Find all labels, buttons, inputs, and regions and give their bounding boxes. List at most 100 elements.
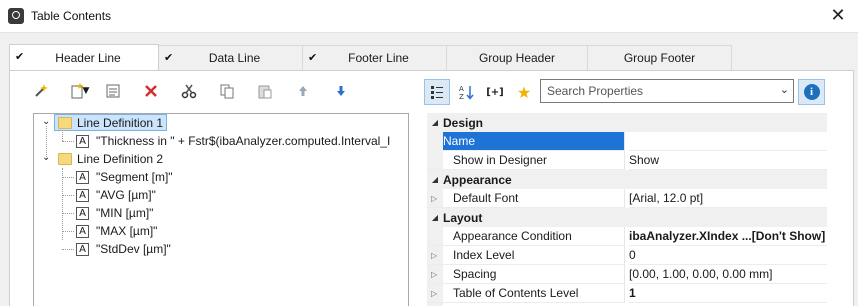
line-definition-tree[interactable]: ⌄ Line Definition 1 A "Thickness in " + …	[33, 113, 409, 306]
collapse-icon[interactable]: ◢	[427, 118, 443, 127]
text-field-icon: A	[76, 188, 89, 202]
move-down-button[interactable]	[329, 79, 353, 103]
tab-label: Footer Line	[348, 51, 409, 65]
delete-button[interactable]	[139, 79, 163, 103]
property-row-appearance-condition[interactable]: Appearance Condition ibaAnalyzer.XIndex …	[427, 227, 827, 246]
tab-group-header[interactable]: Group Header	[446, 45, 588, 70]
chevron-down-icon[interactable]: ⌄	[780, 83, 789, 96]
wand-button[interactable]	[29, 79, 53, 103]
collapse-icon[interactable]: ◢	[427, 213, 443, 222]
property-value[interactable]: [0.00, 1.00, 0.00, 0.00 mm]	[629, 265, 827, 284]
check-icon[interactable]: ✔	[308, 51, 317, 64]
property-value[interactable]: 1	[629, 284, 827, 303]
sort-az-button[interactable]: AZ	[453, 79, 479, 105]
app-icon	[8, 8, 24, 24]
expand-icon[interactable]: ▷	[431, 251, 437, 260]
check-icon[interactable]: ✔	[15, 50, 24, 63]
tree-node-text[interactable]: A "Thickness in " + Fstr$(ibaAnalyzer.co…	[76, 132, 390, 150]
sort-az-icon: AZ	[459, 85, 474, 100]
property-name[interactable]: Show in Designer	[427, 151, 625, 170]
property-name[interactable]: ▷ Spacing	[427, 265, 625, 284]
tab-label: Data Line	[208, 51, 261, 65]
tree-node-label: "Thickness in " + Fstr$(ibaAnalyzer.comp…	[96, 134, 391, 148]
tab-footer-line[interactable]: ✔ Footer Line	[302, 45, 447, 70]
property-name[interactable]: Appearance Condition	[427, 227, 625, 246]
property-name[interactable]: Name	[443, 132, 625, 151]
paste-icon	[258, 85, 272, 99]
check-icon[interactable]: ✔	[164, 51, 173, 64]
copy-button[interactable]	[215, 79, 239, 103]
tree-node-text[interactable]: A "Segment [m]"	[76, 168, 173, 186]
new-item-button[interactable]: ▼	[67, 79, 91, 103]
text-field-icon: A	[76, 242, 89, 256]
tree-node-label: Line Definition 2	[77, 152, 164, 166]
tab-label: Header Line	[55, 50, 121, 65]
tree-toolbar: ▼	[29, 79, 367, 103]
property-label: Index Level	[453, 248, 515, 262]
property-row-default-font[interactable]: ▷ Default Font [Arial, 12.0 pt]	[427, 189, 827, 208]
folder-icon	[58, 116, 72, 129]
tree-node-selected[interactable]: Line Definition 1	[54, 114, 168, 131]
expand-icon[interactable]: ▷	[431, 270, 437, 279]
category-label: Design	[443, 115, 484, 130]
property-value[interactable]: [Arial, 12.0 pt]	[629, 189, 827, 208]
collapse-icon[interactable]: ⌄	[42, 152, 50, 163]
category-label: Appearance	[443, 172, 512, 187]
property-row-spacing[interactable]: ▷ Spacing [0.00, 1.00, 0.00, 0.00 mm]	[427, 265, 827, 284]
property-value[interactable]: 0	[629, 246, 827, 265]
property-row-name[interactable]: Name	[427, 132, 827, 151]
category-appearance[interactable]: ◢ Appearance	[427, 170, 827, 189]
collapse-icon[interactable]: ⌄	[42, 116, 50, 127]
tab-group-footer[interactable]: Group Footer	[587, 45, 732, 70]
paste-button[interactable]	[253, 79, 277, 103]
property-value[interactable]: ibaAnalyzer.XIndex ...[Don't Show]	[629, 227, 827, 246]
move-up-button[interactable]	[291, 79, 315, 103]
text-field-icon: A	[76, 224, 89, 238]
tree-node-text[interactable]: A "AVG [µm]"	[76, 186, 156, 204]
property-name[interactable]: ▷ Table of Contents Level	[427, 284, 625, 303]
property-grid: ◢ Design Name Show in Designer Show ◢ Ap…	[427, 113, 827, 306]
tree-node-label: "MAX [µm]"	[96, 224, 158, 238]
folder-icon	[58, 153, 72, 165]
cut-icon	[181, 84, 197, 99]
property-value[interactable]: Show	[629, 151, 827, 170]
tree-node-label: "MIN [µm]"	[96, 206, 154, 220]
expand-icon[interactable]: ▷	[431, 289, 437, 298]
property-row-index-level[interactable]: ▷ Index Level 0	[427, 246, 827, 265]
tab-header-line[interactable]: ✔ Header Line	[9, 44, 159, 70]
text-field-icon: A	[76, 206, 89, 220]
property-name[interactable]: ▷ Default Font	[427, 189, 625, 208]
tree-node-label: "Segment [m]"	[96, 170, 173, 184]
wand-icon	[35, 84, 48, 97]
category-design[interactable]: ◢ Design	[427, 113, 827, 132]
text-field-icon: A	[76, 134, 89, 148]
title-bar: Table Contents ✕	[0, 0, 858, 32]
expand-icon[interactable]: ▷	[431, 194, 437, 203]
star-icon[interactable]: ★	[511, 79, 537, 105]
property-label: Default Font	[453, 191, 519, 205]
svg-text:A: A	[459, 85, 464, 93]
property-row-toc-level[interactable]: ▷ Table of Contents Level 1	[427, 284, 827, 303]
property-value[interactable]	[629, 132, 827, 151]
info-button[interactable]: i	[798, 79, 825, 105]
cut-button[interactable]	[177, 79, 201, 103]
close-button[interactable]: ✕	[826, 4, 850, 28]
tree-node-text[interactable]: A "MAX [µm]"	[76, 222, 157, 240]
info-icon: i	[803, 84, 820, 100]
tab-data-line[interactable]: ✔ Data Line	[158, 45, 303, 70]
expression-button[interactable]: [+]	[482, 79, 508, 105]
properties-button[interactable]	[101, 79, 125, 103]
tree-node-text[interactable]: A "StdDev [µm]"	[76, 240, 171, 258]
categorized-button[interactable]	[424, 79, 450, 105]
category-label: Layout	[443, 210, 483, 225]
collapse-icon[interactable]: ◢	[427, 175, 443, 184]
tree-node-text[interactable]: A "MIN [µm]"	[76, 204, 153, 222]
tab-content: ▼ ⌄ Line Definition 1 A "Thickness in " …	[9, 70, 854, 306]
chevron-down-icon[interactable]: ▼	[83, 86, 90, 96]
property-name[interactable]: ▷ Index Level	[427, 246, 625, 265]
category-layout[interactable]: ◢ Layout	[427, 208, 827, 227]
tab-label: Group Header	[478, 51, 556, 65]
search-placeholder: Search Properties	[547, 84, 644, 98]
search-input[interactable]: Search Properties ⌄	[540, 79, 794, 103]
property-row-show-in-designer[interactable]: Show in Designer Show	[427, 151, 827, 170]
